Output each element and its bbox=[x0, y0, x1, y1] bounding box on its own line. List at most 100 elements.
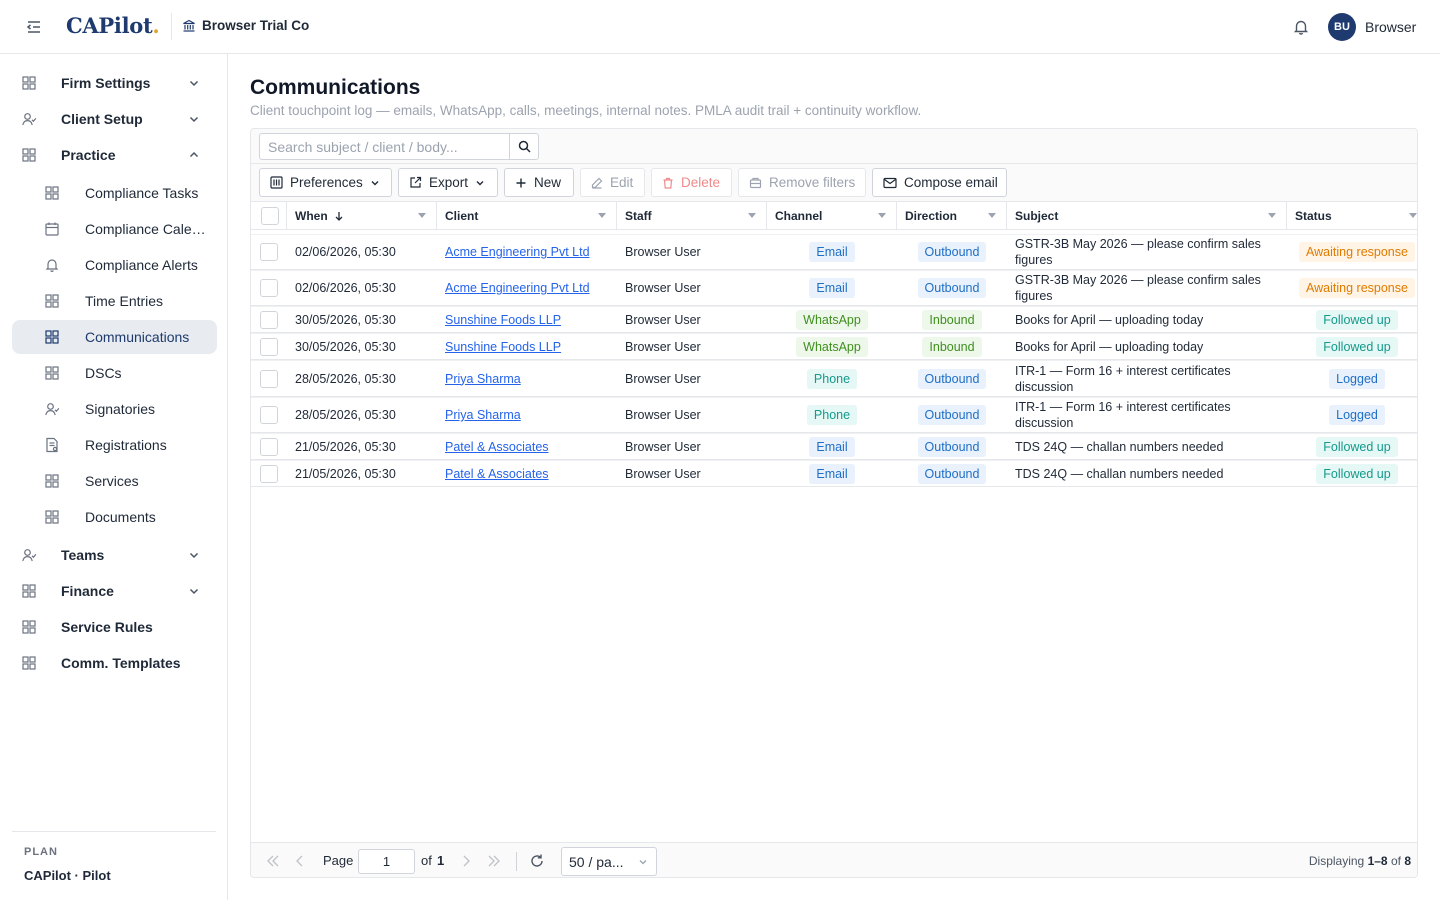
cell-status: Awaiting response bbox=[1287, 235, 1417, 269]
delete-button[interactable]: Delete bbox=[651, 168, 732, 197]
sidebar-item-services[interactable]: Services bbox=[12, 464, 217, 498]
sidebar-item-firm-settings[interactable]: Firm Settings bbox=[12, 66, 217, 100]
table-row[interactable]: 02/06/2026, 05:30 Acme Engineering Pvt Lt… bbox=[251, 270, 1417, 306]
sidebar-item-compliance-tasks[interactable]: Compliance Tasks bbox=[12, 176, 217, 210]
collapse-sidebar-icon[interactable] bbox=[24, 17, 44, 37]
sidebar-item-label: Compliance Tasks bbox=[85, 185, 199, 201]
client-link[interactable]: Priya Sharma bbox=[445, 408, 521, 422]
row-checkbox[interactable] bbox=[260, 310, 278, 329]
column-header-status[interactable]: Status bbox=[1287, 202, 1417, 230]
row-checkbox[interactable] bbox=[260, 437, 278, 456]
table-row[interactable]: 21/05/2026, 05:30 Patel & Associates Brows… bbox=[251, 433, 1417, 460]
table-row[interactable]: 28/05/2026, 05:30 Priya Sharma Browser Use… bbox=[251, 360, 1417, 397]
client-link[interactable]: Patel & Associates bbox=[445, 467, 549, 481]
compose-email-label: Compose email bbox=[904, 175, 998, 190]
cell-client: Priya Sharma bbox=[437, 398, 617, 432]
sidebar-item-registrations[interactable]: Registrations bbox=[12, 428, 217, 462]
search-input[interactable] bbox=[259, 133, 510, 160]
column-menu-icon[interactable] bbox=[988, 213, 996, 218]
edit-button[interactable]: Edit bbox=[580, 168, 645, 197]
client-link[interactable]: Acme Engineering Pvt Ltd bbox=[445, 281, 590, 295]
search-button[interactable] bbox=[509, 133, 539, 160]
bank-icon bbox=[183, 19, 195, 32]
sidebar-item-communications[interactable]: Communications bbox=[12, 320, 217, 354]
sidebar-item-teams[interactable]: Teams bbox=[12, 538, 217, 572]
cell-direction: Outbound bbox=[897, 398, 1007, 432]
sidebar-item-finance[interactable]: Finance bbox=[12, 574, 217, 608]
table-row[interactable]: 21/05/2026, 05:30 Patel & Associates Brows… bbox=[251, 460, 1417, 487]
sidebar-item-signatories[interactable]: Signatories bbox=[12, 392, 217, 426]
column-menu-icon[interactable] bbox=[1268, 213, 1276, 218]
direction-badge: Outbound bbox=[917, 368, 987, 389]
row-checkbox[interactable] bbox=[260, 464, 278, 483]
sidebar-item-client-setup[interactable]: Client Setup bbox=[12, 102, 217, 136]
column-header-staff[interactable]: Staff bbox=[617, 202, 767, 230]
row-checkbox[interactable] bbox=[260, 337, 278, 356]
row-checkbox[interactable] bbox=[260, 279, 278, 297]
compose-email-button[interactable]: Compose email bbox=[872, 168, 1007, 197]
sidebar-item-comm-templates[interactable]: Comm. Templates bbox=[12, 646, 217, 680]
row-checkbox[interactable] bbox=[260, 369, 278, 388]
column-menu-icon[interactable] bbox=[748, 213, 756, 218]
column-header-channel[interactable]: Channel bbox=[767, 202, 897, 230]
column-menu-icon[interactable] bbox=[598, 213, 606, 218]
column-header-direction[interactable]: Direction bbox=[897, 202, 1007, 230]
export-button[interactable]: Export bbox=[398, 168, 498, 197]
page-size-select[interactable]: 50 / pa... bbox=[561, 847, 657, 876]
sidebar-item-service-rules[interactable]: Service Rules bbox=[12, 610, 217, 644]
sidebar-item-label: Documents bbox=[85, 509, 156, 525]
table-row[interactable]: 30/05/2026, 05:30 Sunshine Foods LLP Brows… bbox=[251, 333, 1417, 360]
column-menu-icon[interactable] bbox=[1409, 213, 1417, 218]
cell-staff: Browser User bbox=[625, 466, 701, 481]
search-icon bbox=[518, 140, 531, 153]
sidebar-item-label: Registrations bbox=[85, 437, 167, 453]
sidebar-item-compliance-calendar[interactable]: Compliance Calendar bbox=[12, 212, 217, 246]
filter-off-icon bbox=[749, 177, 762, 189]
row-checkbox[interactable] bbox=[260, 406, 278, 424]
client-link[interactable]: Sunshine Foods LLP bbox=[445, 313, 561, 327]
refresh-icon[interactable] bbox=[528, 852, 546, 870]
new-button[interactable]: New bbox=[504, 168, 574, 197]
column-menu-icon[interactable] bbox=[878, 213, 886, 218]
column-header-when[interactable]: When bbox=[287, 202, 437, 230]
next-page-icon[interactable] bbox=[457, 852, 475, 870]
sidebar-item-compliance-alerts[interactable]: Compliance Alerts bbox=[12, 248, 217, 282]
column-header-subject[interactable]: Subject bbox=[1007, 202, 1287, 230]
client-link[interactable]: Sunshine Foods LLP bbox=[445, 340, 561, 354]
client-link[interactable]: Acme Engineering Pvt Ltd bbox=[445, 245, 590, 259]
sidebar-item-dscs[interactable]: DSCs bbox=[12, 356, 217, 390]
last-page-icon[interactable] bbox=[485, 852, 503, 870]
user-avatar[interactable]: BU bbox=[1328, 13, 1356, 41]
first-page-icon[interactable] bbox=[264, 852, 282, 870]
sidebar-item-documents[interactable]: Documents bbox=[12, 500, 217, 534]
cell-when: 02/06/2026, 05:30 bbox=[295, 281, 396, 295]
sidebar-item-practice[interactable]: Practice bbox=[12, 138, 217, 172]
channel-badge: Email bbox=[809, 242, 855, 262]
chevron-down-icon bbox=[639, 860, 647, 865]
remove-filters-button[interactable]: Remove filters bbox=[738, 168, 866, 197]
table-row[interactable]: 28/05/2026, 05:30 Priya Sharma Browser Use… bbox=[251, 397, 1417, 433]
sidebar-item-label: Teams bbox=[61, 547, 105, 563]
row-checkbox[interactable] bbox=[260, 243, 278, 261]
previous-page-icon[interactable] bbox=[291, 852, 309, 870]
delete-label: Delete bbox=[681, 175, 721, 190]
notifications-bell-icon[interactable] bbox=[1292, 18, 1310, 36]
client-link[interactable]: Priya Sharma bbox=[445, 372, 521, 386]
cell-channel: Email bbox=[767, 434, 897, 459]
page-number-input[interactable] bbox=[358, 849, 415, 874]
column-menu-icon[interactable] bbox=[418, 213, 426, 218]
preferences-button[interactable]: Preferences bbox=[259, 168, 392, 197]
app-logo[interactable]: CAPilot. bbox=[66, 13, 160, 38]
column-header-client[interactable]: Client bbox=[437, 202, 617, 230]
select-all-checkbox[interactable] bbox=[261, 207, 279, 225]
client-link[interactable]: Patel & Associates bbox=[445, 440, 549, 454]
user-name[interactable]: Browser bbox=[1365, 19, 1416, 35]
sidebar-item-label: Compliance Calendar bbox=[85, 221, 210, 237]
cell-direction: Inbound bbox=[897, 307, 1007, 332]
table-row[interactable]: 30/05/2026, 05:30 Sunshine Foods LLP Brows… bbox=[251, 306, 1417, 333]
grid-icon bbox=[21, 75, 37, 91]
sidebar-item-time-entries[interactable]: Time Entries bbox=[12, 284, 217, 318]
calendar-icon bbox=[44, 221, 60, 237]
table-row[interactable]: 02/06/2026, 05:30 Acme Engineering Pvt Lt… bbox=[251, 234, 1417, 270]
firm-switcher[interactable]: Browser Trial Co bbox=[182, 18, 309, 33]
